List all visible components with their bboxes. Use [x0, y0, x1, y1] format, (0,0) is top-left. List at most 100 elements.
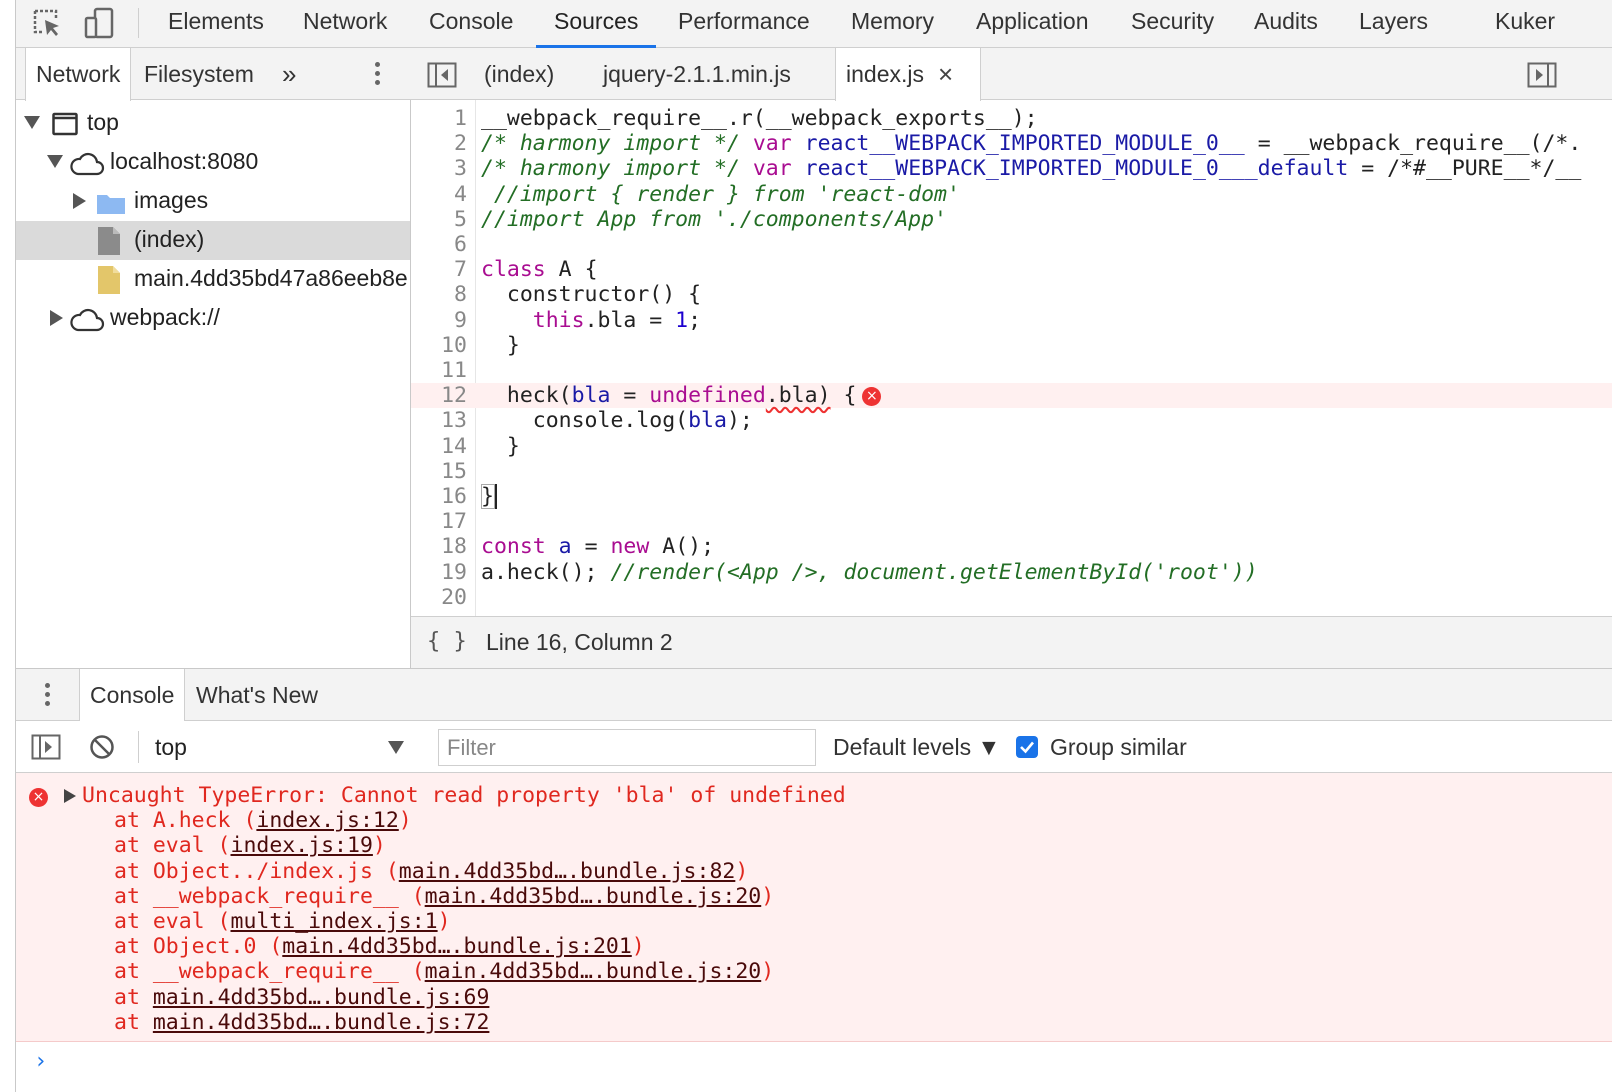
tab-layers[interactable]: Layers	[1359, 0, 1428, 48]
code-line: 5//import App from './components/App'	[454, 206, 947, 232]
drawer-menu-icon[interactable]	[45, 683, 50, 710]
editor-tab-jquery[interactable]: jquery-2.1.1.min.js	[603, 48, 791, 100]
code-area[interactable]: 1 __webpack_require__.r(__webpack_exports…	[411, 106, 1612, 616]
source-link[interactable]: main.4dd35bd….bundle.js:82	[399, 859, 736, 884]
filter-input[interactable]	[439, 730, 815, 765]
source-link[interactable]: main.4dd35bd….bundle.js:69	[153, 985, 490, 1010]
navigator-tab-network[interactable]: Network	[25, 48, 132, 101]
stack-frame-prefix: at __webpack_require__ (	[114, 883, 425, 909]
document-icon	[97, 226, 121, 260]
error-text: Uncaught TypeError: Cannot read property…	[82, 783, 846, 808]
cloud-icon	[69, 151, 105, 182]
clear-console-icon[interactable]	[89, 734, 115, 766]
toolbar-separator	[138, 731, 139, 763]
stack-frame-suffix: )	[398, 808, 412, 834]
stack-frame: at __webpack_require__ (main.4dd35bd….bu…	[114, 959, 774, 984]
script-file-icon	[97, 265, 121, 299]
stack-frame: at Object../index.js (main.4dd35bd….bund…	[114, 859, 748, 884]
stack-frame-prefix: at eval (	[114, 909, 231, 934]
source-link[interactable]: main.4dd35bd….bundle.js:20	[425, 959, 762, 984]
source-link[interactable]: multi_index.js:1	[231, 909, 438, 934]
error-icon[interactable]: ×	[862, 386, 882, 406]
console-drawer: Console What's New top Default levels ▼ …	[16, 668, 1612, 1092]
log-levels-dropdown[interactable]: Default levels ▼	[833, 734, 1000, 761]
code-line: 18 const a = new A();	[441, 534, 715, 560]
tab-audits[interactable]: Audits	[1254, 0, 1318, 48]
context-selector[interactable]: top	[155, 721, 415, 773]
cursor-position: Line 16, Column 2	[486, 629, 673, 655]
tree-item-localhost[interactable]: localhost:8080	[16, 143, 410, 182]
tab-console[interactable]: Console	[429, 0, 513, 48]
tab-elements[interactable]: Elements	[168, 0, 264, 48]
code-line: 8 constructor() {	[454, 282, 702, 308]
file-navigator: Network Filesystem » top localhost:8080 …	[16, 48, 411, 668]
tree-item-top[interactable]: top	[16, 104, 410, 143]
more-tabs-icon[interactable]: »	[282, 48, 296, 100]
tab-network[interactable]: Network	[303, 0, 387, 48]
code-line: 6	[454, 232, 467, 257]
tree-item-index[interactable]: (index)	[16, 221, 410, 260]
source-link[interactable]: index.js:19	[231, 833, 373, 858]
expand-arrow-icon[interactable]	[64, 789, 76, 803]
tab-kuker[interactable]: Kuker	[1495, 0, 1555, 48]
toggle-navigator-icon[interactable]	[427, 62, 457, 93]
stack-frame-prefix: at __webpack_require__ (	[114, 959, 425, 985]
context-value: top	[155, 734, 187, 760]
tree-item-label: webpack://	[110, 304, 220, 330]
source-editor: (index) jquery-2.1.1.min.js index.js × 1…	[411, 48, 1612, 668]
code-line: 13 console.log(bla);	[441, 408, 753, 434]
stack-frame-suffix: )	[761, 959, 775, 985]
dropdown-arrow-icon	[388, 741, 404, 754]
tab-memory[interactable]: Memory	[851, 0, 934, 48]
inspect-element-icon[interactable]	[30, 6, 64, 40]
code-line: 9 this.bla = 1;	[454, 307, 702, 333]
toggle-debugger-icon[interactable]	[1527, 62, 1557, 93]
devtools-toolbar: Elements Network Console Sources Perform…	[16, 0, 1612, 48]
console-toolbar: top Default levels ▼ Group similar	[16, 721, 1612, 773]
console-prompt[interactable]: ›	[34, 1049, 47, 1074]
code-line: 11	[441, 358, 467, 383]
toolbar-separator	[138, 8, 139, 38]
editor-tabs: (index) jquery-2.1.1.min.js index.js ×	[411, 48, 1612, 101]
stack-frame: at A.heck (index.js:12)	[114, 808, 412, 833]
group-similar-checkbox[interactable]	[1016, 736, 1038, 758]
stack-frame: at eval (multi_index.js:1)	[114, 909, 451, 934]
code-line: 17	[441, 509, 467, 535]
tree-item-webpack[interactable]: webpack://	[16, 299, 410, 338]
navigator-menu-icon[interactable]	[375, 62, 380, 89]
navigator-tab-filesystem[interactable]: Filesystem	[144, 48, 254, 100]
expanded-arrow-icon	[47, 155, 63, 168]
tab-sources[interactable]: Sources	[535, 0, 657, 48]
tree-item-label: (index)	[134, 226, 205, 252]
code-line: 20	[441, 584, 467, 610]
editor-tab-index[interactable]: (index)	[484, 48, 554, 100]
group-similar-label[interactable]: Group similar	[1050, 734, 1187, 761]
source-link[interactable]: main.4dd35bd….bundle.js:72	[153, 1010, 490, 1035]
stack-frame: at main.4dd35bd….bundle.js:72	[114, 1010, 489, 1035]
editor-tab-index-js[interactable]: index.js ×	[835, 48, 981, 101]
tab-security[interactable]: Security	[1131, 0, 1214, 48]
filter-field[interactable]	[438, 729, 816, 766]
tree-item-main-bundle[interactable]: main.4dd35bd47a86eeb8e	[16, 260, 410, 299]
console-sidebar-icon[interactable]	[31, 734, 61, 766]
tree-item-images[interactable]: images	[16, 182, 410, 221]
code-line: 16}	[411, 484, 1612, 510]
stack-frame-suffix: )	[631, 934, 645, 960]
console-error-message: × Uncaught TypeError: Cannot read proper…	[16, 773, 1612, 1042]
tab-performance[interactable]: Performance	[678, 0, 810, 48]
device-toolbar-icon[interactable]	[82, 6, 116, 40]
source-link[interactable]: index.js:12	[256, 808, 398, 833]
expanded-arrow-icon	[24, 116, 40, 129]
pretty-print-button[interactable]: { }	[427, 629, 467, 654]
code-line: 2/* harmony import */ var react__WEBPACK…	[454, 131, 1582, 157]
drawer-tab-whats-new[interactable]: What's New	[196, 669, 318, 721]
drawer-tab-console[interactable]: Console	[79, 669, 186, 722]
source-link[interactable]: main.4dd35bd….bundle.js:20	[425, 884, 762, 909]
stack-frame-suffix: )	[437, 909, 451, 934]
stack-frame-prefix: at Object../index.js (	[114, 858, 399, 884]
source-link[interactable]: main.4dd35bd….bundle.js:201	[282, 934, 632, 959]
close-tab-icon[interactable]: ×	[938, 48, 953, 100]
tab-application[interactable]: Application	[976, 0, 1089, 48]
stack-frame: at Object.0 (main.4dd35bd….bundle.js:201…	[114, 934, 645, 959]
editor-status-bar: { } Line 16, Column 2	[411, 616, 1612, 668]
